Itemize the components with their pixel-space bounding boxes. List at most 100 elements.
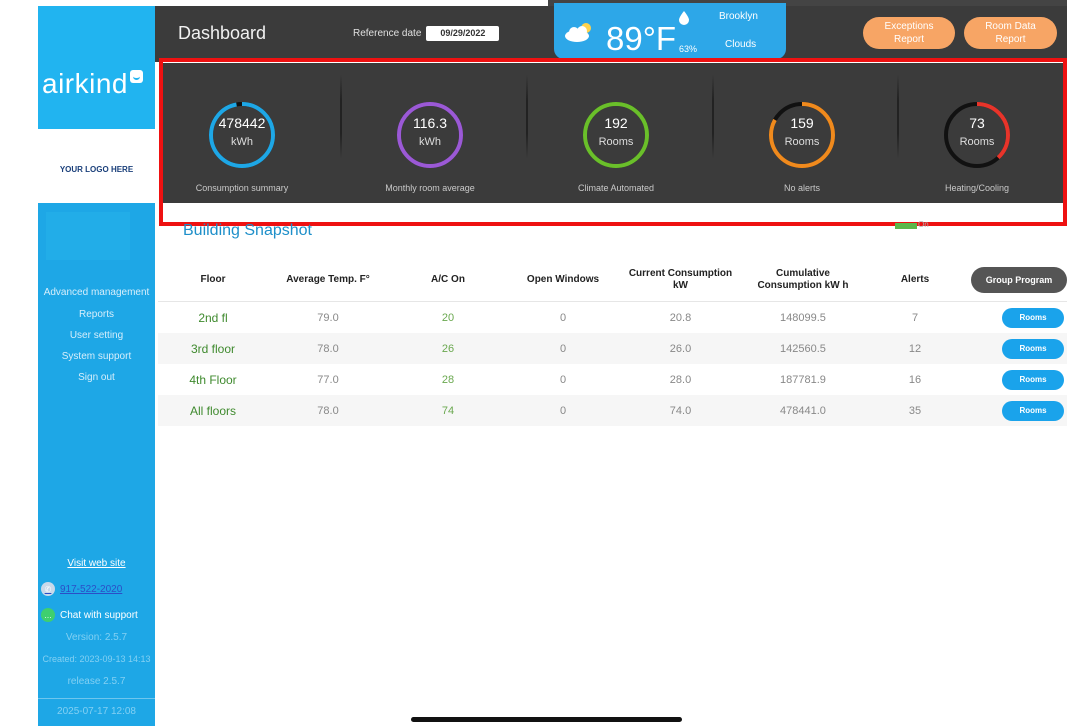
reference-date-label: Reference date <box>353 28 422 39</box>
room-data-report-line1: Room Data <box>985 21 1036 32</box>
building-table: Floor Average Temp. F° A/C On Open Windo… <box>158 258 1067 426</box>
water-drop-icon <box>679 11 689 25</box>
rooms-cell: Rooms <box>967 400 1067 421</box>
brand-badge-icon <box>129 70 143 83</box>
phone-link[interactable]: ✆ 917-522-2020 <box>41 581 122 597</box>
col-current-consumption-line1: Current Consumption <box>628 267 733 279</box>
visit-website-link[interactable]: Visit web site <box>38 558 155 569</box>
cell-ac-on: 28 <box>441 373 455 386</box>
sidebar-empty-slot <box>46 212 130 260</box>
col-cumulative-line1: Cumulative <box>776 267 830 279</box>
page-title: Dashboard <box>178 23 267 43</box>
col-current-consumption-line2: kW <box>673 279 688 291</box>
weather-city: Brooklyn <box>719 11 758 22</box>
created-text: Created: 2023-09-13 14:13 <box>42 654 151 664</box>
table-row: All floors 78.0 74 0 74.0 478441.0 35 Ro… <box>158 395 1067 426</box>
cell-avg-temp: 79.0 <box>317 311 339 324</box>
cell-current: 28.0 <box>669 373 692 386</box>
cell-alerts: 12 <box>908 342 922 355</box>
col-current-consumption: Current Consumption kW <box>618 268 743 292</box>
sidebar-nav: Advanced management Reports User setting… <box>38 282 155 388</box>
cell-current: 74.0 <box>669 404 692 417</box>
table-row: 4th Floor 77.0 28 0 28.0 187781.9 16 Roo… <box>158 364 1067 395</box>
brand-name: airkind <box>42 68 128 99</box>
cell-open-windows: 0 <box>559 373 567 386</box>
rooms-cell: Rooms <box>967 369 1067 390</box>
home-indicator <box>411 717 682 722</box>
logo-placeholder-box: YOUR LOGO HERE <box>38 129 155 203</box>
col-ac-on: A/C On <box>431 273 465 285</box>
chat-icon: … <box>41 608 55 622</box>
sidebar: airkind YOUR LOGO HERE Advanced manageme… <box>38 6 155 726</box>
cloud-sun-icon <box>565 23 591 42</box>
on-legend-label: On <box>918 220 929 228</box>
cell-alerts: 35 <box>908 404 922 417</box>
exceptions-report-line2: Report <box>893 34 924 45</box>
cell-current: 26.0 <box>669 342 692 355</box>
highlight-box <box>159 58 1067 226</box>
cell-floor[interactable]: 3rd floor <box>158 342 268 356</box>
cell-alerts: 7 <box>911 311 919 324</box>
cell-avg-temp: 77.0 <box>317 373 339 386</box>
sidebar-item-system-support[interactable]: System support <box>38 346 155 367</box>
rooms-cell: Rooms <box>967 307 1067 328</box>
brand-logo[interactable]: airkind <box>42 68 143 100</box>
table-row: 2nd fl 79.0 20 0 20.8 148099.5 7 Rooms <box>158 302 1067 333</box>
brand-panel: airkind <box>38 6 155 129</box>
cell-cumulative: 142560.5 <box>780 342 826 355</box>
table-header: Floor Average Temp. F° A/C On Open Windo… <box>158 258 1067 302</box>
rooms-button[interactable]: Rooms <box>1002 307 1064 328</box>
on-legend-swatch <box>895 223 917 229</box>
col-cumulative-line2: Consumption kW h <box>757 279 849 291</box>
release-text: release 2.5.7 <box>67 676 126 687</box>
cell-ac-on: 26 <box>441 342 455 355</box>
reference-date-input[interactable]: 09/29/2022 <box>426 26 500 41</box>
logo-placeholder-text: YOUR LOGO HERE <box>59 165 134 174</box>
exceptions-report-line1: Exceptions <box>884 21 934 32</box>
exceptions-report-button[interactable]: Exceptions Report <box>863 17 955 49</box>
group-program-cell: Group Program <box>967 266 1067 293</box>
cell-open-windows: 0 <box>559 342 567 355</box>
rooms-button[interactable]: Rooms <box>1002 338 1064 359</box>
reference-date: Reference date 09/29/2022 <box>353 26 500 41</box>
phone-number: 917-522-2020 <box>60 583 123 595</box>
weather-condition: Clouds <box>725 39 757 50</box>
cell-cumulative: 187781.9 <box>780 373 826 386</box>
cell-current: 20.8 <box>669 311 692 324</box>
sidebar-item-advanced-management[interactable]: Advanced management <box>38 282 155 303</box>
cell-floor[interactable]: 4th Floor <box>158 373 268 387</box>
weather-temperature: 89°F <box>606 20 677 57</box>
cell-floor[interactable]: 2nd fl <box>158 311 268 325</box>
table-row: 3rd floor 78.0 26 0 26.0 142560.5 12 Roo… <box>158 333 1067 364</box>
sidebar-item-user-setting[interactable]: User setting <box>38 325 155 346</box>
rooms-cell: Rooms <box>967 338 1067 359</box>
col-average-temp: Average Temp. F° <box>286 273 370 285</box>
sidebar-item-sign-out[interactable]: Sign out <box>38 367 155 388</box>
cell-open-windows: 0 <box>559 404 567 417</box>
col-alerts: Alerts <box>900 273 930 285</box>
chat-label: Chat with support <box>60 609 138 621</box>
cell-cumulative: 148099.5 <box>780 311 826 324</box>
footer-timestamp: 2025-07-17 12:08 <box>38 698 155 726</box>
room-data-report-button[interactable]: Room Data Report <box>964 17 1057 49</box>
building-snapshot-title: Building Snapshot <box>183 222 312 239</box>
cell-avg-temp: 78.0 <box>317 342 339 355</box>
phone-icon: ✆ <box>41 582 55 596</box>
rooms-button[interactable]: Rooms <box>1002 400 1064 421</box>
cell-ac-on: 20 <box>441 311 455 324</box>
group-program-button[interactable]: Group Program <box>971 266 1067 293</box>
version-text: Version: 2.5.7 <box>65 632 128 643</box>
cell-ac-on: 74 <box>441 404 455 417</box>
weather-humidity: 63% <box>679 44 698 54</box>
app-root: airkind YOUR LOGO HERE Advanced manageme… <box>0 0 1067 726</box>
cell-floor[interactable]: All floors <box>158 404 268 418</box>
chat-support-link[interactable]: … Chat with support <box>41 607 138 623</box>
cell-alerts: 16 <box>908 373 922 386</box>
sidebar-item-reports[interactable]: Reports <box>38 304 155 325</box>
room-data-report-line2: Report <box>995 34 1026 45</box>
cell-open-windows: 0 <box>559 311 567 324</box>
cell-avg-temp: 78.0 <box>317 404 339 417</box>
col-open-windows: Open Windows <box>526 273 600 285</box>
rooms-button[interactable]: Rooms <box>1002 369 1064 390</box>
weather-widget: 89°F 63% Brooklyn Clouds <box>554 3 786 59</box>
